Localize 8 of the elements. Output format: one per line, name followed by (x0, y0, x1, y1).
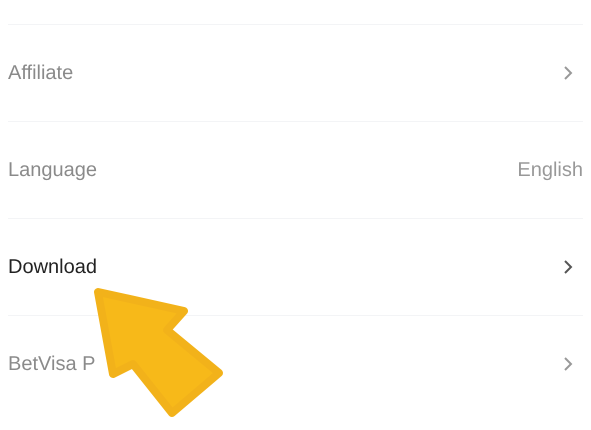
chevron-icon (563, 357, 573, 371)
setting-value: English (517, 158, 583, 183)
setting-label[interactable]: Language (8, 155, 97, 185)
chevron-icon (563, 66, 573, 80)
chevron-icon (563, 260, 573, 274)
setting-label[interactable]: Download (8, 252, 97, 282)
setting-label[interactable]: BetVisa P (8, 349, 96, 379)
setting-label[interactable]: Affiliate (8, 58, 74, 88)
